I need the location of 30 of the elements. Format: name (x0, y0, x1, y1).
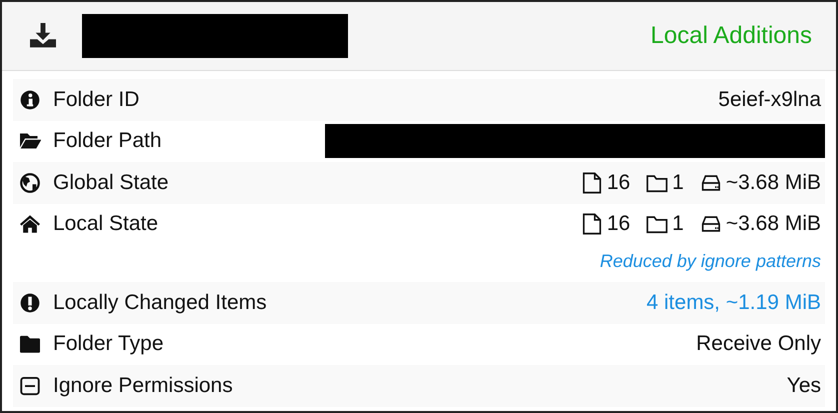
stat-value: 1 (672, 212, 684, 236)
file-icon (580, 212, 603, 236)
download-icon (30, 23, 56, 49)
row-label: Folder Path (53, 129, 162, 154)
folder-icon (19, 334, 41, 354)
row-label: Ignore Permissions (53, 374, 233, 398)
stat-value: ~3.68 MiB (726, 212, 821, 236)
row-label: Local State (53, 212, 158, 236)
globe-icon (19, 172, 41, 193)
stat-value: 16 (606, 212, 630, 236)
folder-status: Local Additions (650, 22, 812, 50)
row-label: Global State (53, 170, 169, 195)
exclamation-icon (19, 292, 41, 313)
stat-value: 16 (606, 170, 630, 195)
folder-open-icon (19, 131, 41, 152)
home-icon (19, 214, 41, 234)
row-value: Yes (786, 374, 821, 398)
file-icon (580, 170, 603, 195)
minus-square-icon (19, 376, 41, 396)
row-label: Locally Changed Items (53, 290, 267, 315)
panel-header[interactable]: Local Additions (2, 2, 836, 71)
row-label: Folder ID (53, 88, 140, 112)
note-text: Reduced by ignore patterns (600, 250, 821, 273)
row-value: Receive Only (696, 332, 821, 356)
row-value: 5eief-x9lna (718, 88, 821, 112)
stat-value: ~3.68 MiB (726, 170, 821, 195)
info-icon (19, 90, 41, 110)
changed-items-link[interactable]: 4 items, ~1.19 MiB (646, 290, 821, 315)
row-label: Folder Type (53, 332, 164, 356)
stat-value: 1 (672, 170, 684, 195)
